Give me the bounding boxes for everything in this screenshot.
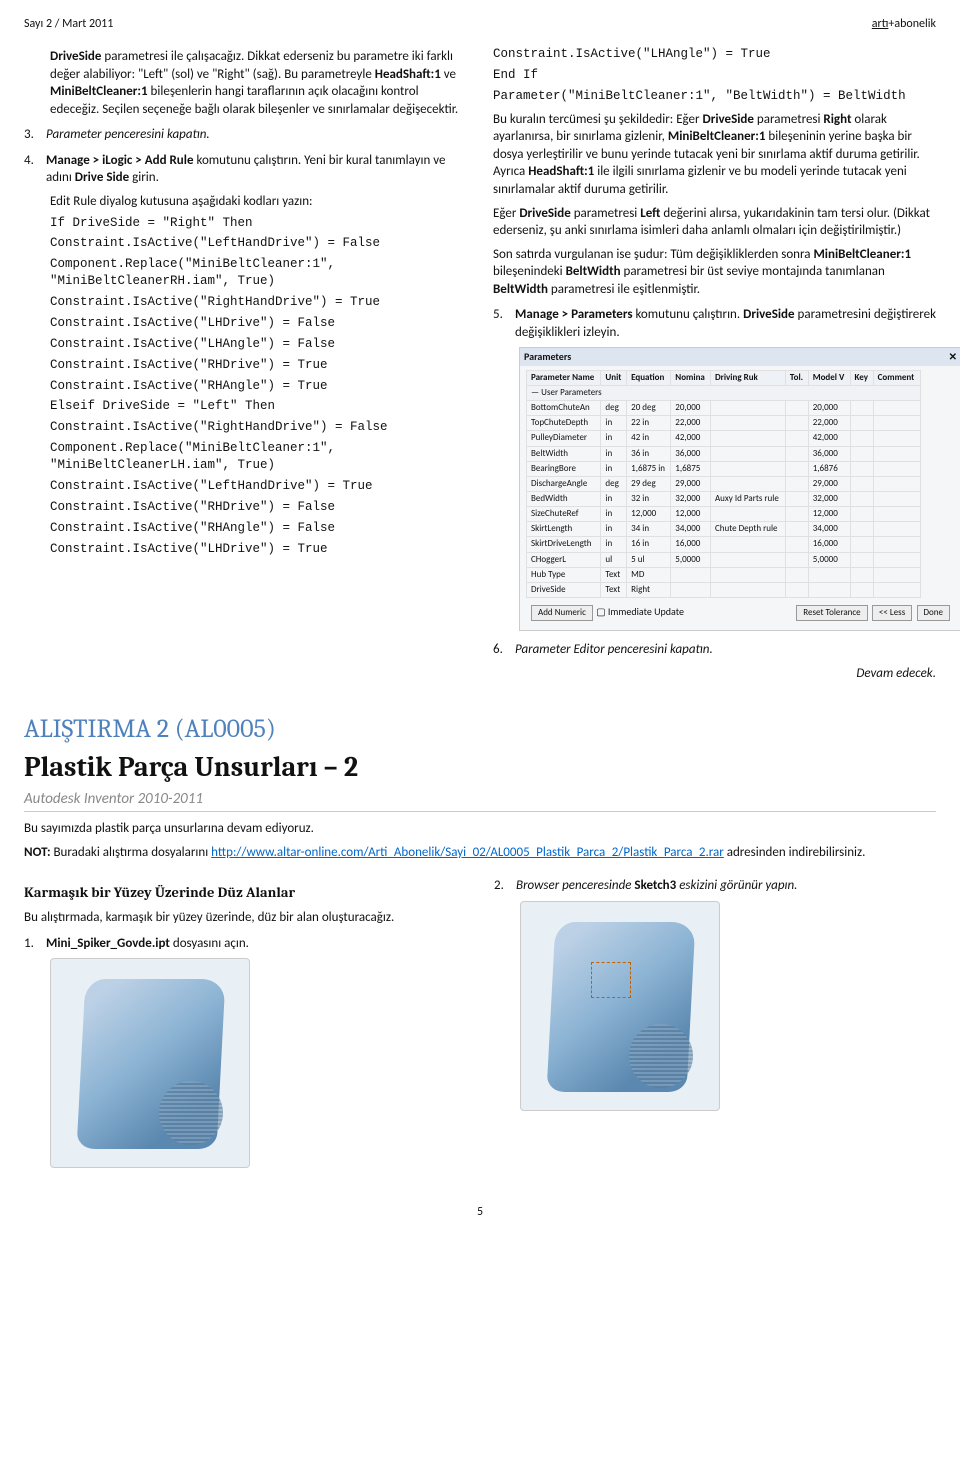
step-6-num: 6. xyxy=(493,641,515,659)
edit-rule-instruction: Edit Rule diyalog kutusuna aşağıdaki kod… xyxy=(50,193,467,211)
close-icon[interactable]: ✕ xyxy=(949,350,957,364)
step-6: 6. Parameter Editor penceresini kapatın. xyxy=(493,641,936,659)
table-header: Unit xyxy=(601,370,627,385)
step-b1: 1. Mini_Spiker_Govde.ipt dosyasını açın. xyxy=(24,935,466,953)
to-be-continued: Devam edecek. xyxy=(493,665,936,683)
parameters-dialog: Parameters ✕ Parameter NameUnitEquationN… xyxy=(519,347,960,631)
table-row[interactable]: BeltWidthin36 in36,00036,000 xyxy=(527,446,921,461)
exercise-title: ALIŞTIRMA 2 (AL0005) xyxy=(24,712,936,747)
step-b2: 2. Browser penceresinde Sketch3 eskizini… xyxy=(494,877,936,895)
table-header: Equation xyxy=(627,370,671,385)
table-row[interactable]: SkirtLengthin34 in34,000Chute Depth rule… xyxy=(527,522,921,537)
part-image-2 xyxy=(520,901,720,1111)
table-row[interactable]: SkirtDriveLengthin16 in16,00016,000 xyxy=(527,537,921,552)
brand-post: abonelik xyxy=(894,17,936,31)
table-row[interactable]: BearingBorein1,6875 in1,68751,6876 xyxy=(527,461,921,476)
main-columns: DriveSide parametresi ile çalışacağız. D… xyxy=(24,42,936,682)
page-number: 5 xyxy=(24,1204,936,1220)
translation-paragraph: Bu kuralın tercümesi şu şekildedir: Eğer… xyxy=(493,111,936,199)
code2-line-1: End If xyxy=(493,67,936,84)
code2-line-2: Parameter("MiniBeltCleaner:1", "BeltWidt… xyxy=(493,88,936,105)
step-5: 5. Manage > Parameters komutunu çalıştır… xyxy=(493,306,936,341)
table-row[interactable]: BottomChuteAndeg20 deg20,00020,000 xyxy=(527,401,921,416)
add-numeric-button[interactable]: Add Numeric xyxy=(531,605,593,621)
dialog-title: Parameters xyxy=(524,350,571,364)
code-line-3: Constraint.IsActive("RightHandDrive") = … xyxy=(50,294,467,311)
code-line-5: Constraint.IsActive("LHAngle") = False xyxy=(50,336,467,353)
step-b1-text: Mini_Spiker_Govde.ipt dosyasını açın. xyxy=(46,935,249,953)
code-line-12: Constraint.IsActive("RHDrive") = False xyxy=(50,499,467,516)
step-b2-num: 2. xyxy=(494,877,516,895)
code-line-11: Constraint.IsActive("LeftHandDrive") = T… xyxy=(50,478,467,495)
right-column: Constraint.IsActive("LHAngle") = True En… xyxy=(493,42,936,682)
download-note: NOT: Buradaki alıştırma dosyalarını http… xyxy=(24,844,936,862)
dialog-footer: Add Numeric ▢ Immediate Update Reset Tol… xyxy=(526,602,955,624)
code-line-7: Constraint.IsActive("RHAngle") = True xyxy=(50,378,467,395)
brand-pre: artı xyxy=(872,17,889,31)
intro-paragraph: DriveSide parametresi ile çalışacağız. D… xyxy=(50,48,467,118)
table-header: Driving Ruk xyxy=(710,370,785,385)
table-row[interactable]: PulleyDiameterin42 in42,00042,000 xyxy=(527,431,921,446)
code-line-13: Constraint.IsActive("RHAngle") = False xyxy=(50,520,467,537)
subsection-desc: Bu alıştırmada, karmaşık bir yüzey üzeri… xyxy=(24,909,466,927)
page-header: Sayı 2 / Mart 2011 artı+abonelik xyxy=(24,16,936,32)
issue-label: Sayı 2 / Mart 2011 xyxy=(24,16,113,32)
software-version: Autodesk Inventor 2010-2011 xyxy=(24,789,936,809)
step-4-num: 4. xyxy=(24,152,46,187)
bottom-intro: Bu sayımızda plastik parça unsurlarına d… xyxy=(24,820,936,838)
table-header: Key xyxy=(850,370,873,385)
table-row[interactable]: BedWidthin32 in32,000Auxy Id Parts rule3… xyxy=(527,492,921,507)
code-line-0: If DriveSide = "Right" Then xyxy=(50,215,467,232)
code-line-10: Component.Replace("MiniBeltCleaner:1", "… xyxy=(50,440,467,474)
left-case-paragraph: Eğer DriveSide parametresi Left değerini… xyxy=(493,205,936,240)
step-5-num: 5. xyxy=(493,306,515,341)
step-b1-num: 1. xyxy=(24,935,46,953)
step-3-num: 3. xyxy=(24,126,46,144)
table-row[interactable]: TopChuteDepthin22 in22,00022,000 xyxy=(527,416,921,431)
reset-tolerance-button[interactable]: Reset Tolerance xyxy=(796,605,867,621)
subsection-header: Karmaşık bir Yüzey Üzerinde Düz Alanlar xyxy=(24,883,466,903)
code2-line-0: Constraint.IsActive("LHAngle") = True xyxy=(493,46,936,63)
bottom-columns: Karmaşık bir Yüzey Üzerinde Düz Alanlar … xyxy=(24,869,936,1174)
step-4: 4. Manage > iLogic > Add Rule komutunu ç… xyxy=(24,152,467,187)
step-b2-text: Browser penceresinde Sketch3 eskizini gö… xyxy=(516,877,797,895)
parameters-table: Parameter NameUnitEquationNominaDriving … xyxy=(526,370,921,598)
table-header: Comment xyxy=(873,370,920,385)
bottom-left: Karmaşık bir Yüzey Üzerinde Düz Alanlar … xyxy=(24,869,466,1174)
table-row[interactable]: Hub TypeTextMD xyxy=(527,567,921,582)
step-3: 3. Parameter penceresini kapatın. xyxy=(24,126,467,144)
left-column: DriveSide parametresi ile çalışacağız. D… xyxy=(24,42,467,682)
table-header: Nomina xyxy=(671,370,711,385)
table-row[interactable]: DriveSideTextRight xyxy=(527,582,921,597)
code-line-9: Constraint.IsActive("RightHandDrive") = … xyxy=(50,419,467,436)
bottom-right: 2. Browser penceresinde Sketch3 eskizini… xyxy=(494,869,936,1174)
code-line-6: Constraint.IsActive("RHDrive") = True xyxy=(50,357,467,374)
download-link[interactable]: http://www.altar-online.com/Arti_Aboneli… xyxy=(211,845,724,860)
code-line-1: Constraint.IsActive("LeftHandDrive") = F… xyxy=(50,235,467,252)
update-checkbox-label[interactable]: ▢ Immediate Update xyxy=(596,605,684,618)
code-line-8: Elseif DriveSide = "Left" Then xyxy=(50,398,467,415)
brand-label: artı+abonelik xyxy=(872,16,936,32)
step-6-text: Parameter Editor penceresini kapatın. xyxy=(515,641,713,659)
done-button[interactable]: Done xyxy=(917,605,951,621)
step-4-text: Manage > iLogic > Add Rule komutunu çalı… xyxy=(46,152,467,187)
less-button[interactable]: << Less xyxy=(872,605,912,621)
code-line-2: Component.Replace("MiniBeltCleaner:1", "… xyxy=(50,256,467,290)
step-3-text: Parameter penceresini kapatın. xyxy=(46,126,210,144)
table-row[interactable]: SizeChuteRefin12,00012,00012,000 xyxy=(527,507,921,522)
last-line-paragraph: Son satırda vurgulanan ise şudur: Tüm de… xyxy=(493,246,936,299)
table-row[interactable]: CHoggerLul5 ul5,00005,0000 xyxy=(527,552,921,567)
table-header: Model V xyxy=(808,370,850,385)
step-5-text: Manage > Parameters komutunu çalıştırın.… xyxy=(515,306,936,341)
drive-side-term: DriveSide xyxy=(50,49,101,64)
code-line-14: Constraint.IsActive("LHDrive") = True xyxy=(50,541,467,558)
table-group: — User Parameters xyxy=(527,386,921,401)
exercise-subtitle: Plastik Parça Unsurları – 2 xyxy=(24,749,936,787)
table-header: Tol. xyxy=(785,370,808,385)
table-header: Parameter Name xyxy=(527,370,601,385)
part-image-1 xyxy=(50,958,250,1168)
bottom-section: ALIŞTIRMA 2 (AL0005) Plastik Parça Unsur… xyxy=(24,712,936,1174)
table-row[interactable]: DischargeAngledeg29 deg29,00029,000 xyxy=(527,476,921,491)
code-line-4: Constraint.IsActive("LHDrive") = False xyxy=(50,315,467,332)
